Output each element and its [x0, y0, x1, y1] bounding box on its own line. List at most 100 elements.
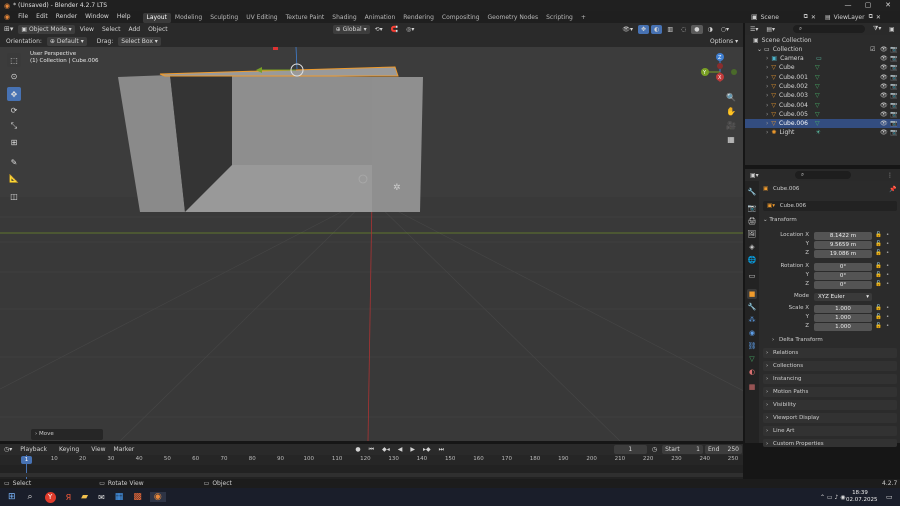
outliner-item-cube-002[interactable]: › ▽ Cube.002 ▽ 👁 📷: [745, 82, 900, 91]
origin-cursor-icon[interactable]: ✲: [393, 183, 401, 193]
outliner-item-cube-005[interactable]: › ▽ Cube.005 ▽ 👁 📷: [745, 110, 900, 119]
lock-icon[interactable]: 🔓: [875, 272, 882, 278]
render-camera-icon[interactable]: 📷: [890, 92, 897, 99]
world-tab-icon[interactable]: 🌐: [747, 255, 757, 265]
collection-visibility-icon[interactable]: 👁: [880, 46, 888, 53]
timeline-ruler[interactable]: 0102030405060708090100110120130140150160…: [0, 455, 743, 465]
location-x-field[interactable]: 8.1422 m: [814, 232, 872, 240]
overlay-toggle-icon[interactable]: ◐: [651, 24, 663, 34]
keyframe-dot-icon[interactable]: •: [886, 323, 889, 329]
render-camera-icon[interactable]: 📷: [890, 55, 897, 62]
clock[interactable]: 18:39 02.07.2025: [846, 490, 878, 504]
view-layer-tab-icon[interactable]: 🖼: [747, 229, 757, 239]
snap-icon[interactable]: 🧲: [388, 25, 401, 34]
outliner-item-light[interactable]: › ✺ Light ☀ 👁 📷: [745, 128, 900, 137]
collection-expand-icon[interactable]: ⌄: [757, 46, 762, 53]
data-tab-icon[interactable]: ▽: [747, 354, 757, 364]
transform-panel-header[interactable]: ⌄ Transform: [763, 217, 797, 223]
last-operator-panel[interactable]: › Move: [31, 429, 103, 440]
tab-texture-paint[interactable]: Texture Paint: [282, 13, 329, 23]
lock-icon[interactable]: 🔓: [875, 263, 882, 269]
outliner-search-input[interactable]: ⌕: [793, 25, 865, 33]
timeline-scrollbar[interactable]: [0, 473, 743, 477]
keyframe-dot-icon[interactable]: •: [886, 305, 889, 311]
scale-z-field[interactable]: 1.000: [814, 323, 872, 331]
keyframe-dot-icon[interactable]: •: [886, 281, 889, 287]
visibility-eye-icon[interactable]: 👁: [880, 129, 888, 136]
particles-tab-icon[interactable]: ⁂: [747, 315, 757, 325]
lock-icon[interactable]: 🔓: [875, 232, 882, 238]
keying-menu[interactable]: Keying ▾: [56, 445, 86, 462]
playhead-marker[interactable]: 1: [21, 456, 32, 464]
record-icon[interactable]: ●: [352, 445, 363, 454]
tab-uv-editing[interactable]: UV Editing: [242, 13, 281, 23]
display-mode-icon[interactable]: ▤▾: [766, 26, 775, 33]
shading-material-icon[interactable]: ◑: [705, 25, 716, 34]
play-reverse-icon[interactable]: ◀: [395, 445, 406, 454]
collection-check-icon[interactable]: ☑: [870, 46, 875, 53]
prev-key-icon[interactable]: ◆◂: [379, 445, 393, 454]
lock-icon[interactable]: 🔓: [875, 281, 882, 287]
keyframe-dot-icon[interactable]: •: [886, 250, 889, 256]
pin-icon[interactable]: 📌: [889, 186, 896, 193]
mesh-data-icon[interactable]: ▽: [815, 74, 820, 81]
keyframe-dot-icon[interactable]: •: [886, 232, 889, 238]
outliner-item-camera[interactable]: › ▣ Camera ▭ 👁 📷: [745, 54, 900, 63]
taskbar-search-icon[interactable]: ⌕: [28, 492, 33, 502]
lock-icon[interactable]: 🔓: [875, 241, 882, 247]
windows-start-icon[interactable]: ⊞: [8, 492, 16, 502]
visibility-eye-icon[interactable]: 👁: [880, 74, 888, 81]
collection-render-icon[interactable]: 📷: [890, 46, 897, 53]
blender-taskbar-icon[interactable]: ◉: [149, 492, 166, 502]
lock-icon[interactable]: 🔓: [875, 314, 882, 320]
keyframe-dot-icon[interactable]: •: [886, 272, 889, 278]
tab-geometry-nodes[interactable]: Geometry Nodes: [484, 13, 543, 23]
outliner-editor-icon[interactable]: ☰▾: [750, 26, 758, 33]
maximize-button[interactable]: ▢: [860, 0, 876, 11]
panel-line-art[interactable]: › Line Art: [763, 426, 897, 436]
play-icon[interactable]: ▶: [407, 445, 418, 454]
yandex-icon[interactable]: Я: [66, 493, 72, 502]
mesh-data-icon[interactable]: ▽: [815, 83, 820, 90]
gizmo-toggle-icon[interactable]: ✥: [638, 24, 650, 34]
texture-tab-icon[interactable]: ▦: [747, 382, 757, 392]
visibility-eye-icon[interactable]: 👁: [880, 55, 888, 62]
proportional-edit-icon[interactable]: ◎▾: [403, 25, 417, 34]
panel-custom-properties[interactable]: › Custom Properties: [763, 439, 897, 447]
panel-visibility[interactable]: › Visibility: [763, 400, 897, 410]
add-workspace-button[interactable]: +: [577, 13, 590, 23]
delete-view-layer-icon[interactable]: ✕: [876, 14, 881, 21]
menu-add[interactable]: Add: [125, 25, 143, 34]
start-frame-field[interactable]: Start 1: [662, 445, 703, 454]
expand-icon[interactable]: ›: [766, 74, 768, 81]
pivot-point-icon[interactable]: ⟲▾: [372, 25, 386, 34]
mesh-data-icon[interactable]: ▽: [815, 92, 820, 99]
scene-collection-row[interactable]: ▣ Scene Collection: [745, 36, 900, 45]
filter-icon[interactable]: ⧩▾: [873, 25, 881, 33]
new-scene-icon[interactable]: ⧉: [804, 13, 808, 21]
current-frame-field[interactable]: 1: [613, 445, 647, 454]
tab-modeling[interactable]: Modeling: [171, 13, 206, 23]
outliner-item-cube-003[interactable]: › ▽ Cube.003 ▽ 👁 📷: [745, 91, 900, 100]
render-camera-icon[interactable]: 📷: [890, 129, 897, 136]
panel-collections[interactable]: › Collections: [763, 361, 897, 371]
visibility-eye-icon[interactable]: 👁: [880, 102, 888, 109]
orientation-dropdown[interactable]: ⊕ Default ▾: [46, 36, 87, 46]
physics-tab-icon[interactable]: ◉: [747, 328, 757, 338]
render-camera-icon[interactable]: 📷: [890, 111, 897, 118]
axis-gizmo[interactable]: Z Y X: [696, 52, 744, 94]
expand-icon[interactable]: ›: [766, 120, 768, 127]
rotation-z-field[interactable]: 0°: [814, 281, 872, 289]
menu-file[interactable]: File: [14, 11, 32, 23]
visibility-icon[interactable]: 👁▾: [619, 25, 636, 34]
scale-x-field[interactable]: 1.000: [814, 305, 872, 313]
render-camera-icon[interactable]: 📷: [890, 83, 897, 90]
object-tab-icon[interactable]: ■: [747, 289, 757, 299]
cursor-tool-icon[interactable]: ⊙: [7, 69, 21, 83]
lock-icon[interactable]: 🔓: [875, 250, 882, 256]
visibility-eye-icon[interactable]: 👁: [880, 83, 888, 90]
tab-layout[interactable]: Layout: [142, 12, 171, 23]
outliner-item-cube-006[interactable]: › ▽ Cube.006 ▽ 👁 📷: [745, 119, 900, 129]
camera-view-icon[interactable]: 🎥: [724, 118, 738, 132]
location-y-field[interactable]: 9.5659 m: [814, 241, 872, 249]
